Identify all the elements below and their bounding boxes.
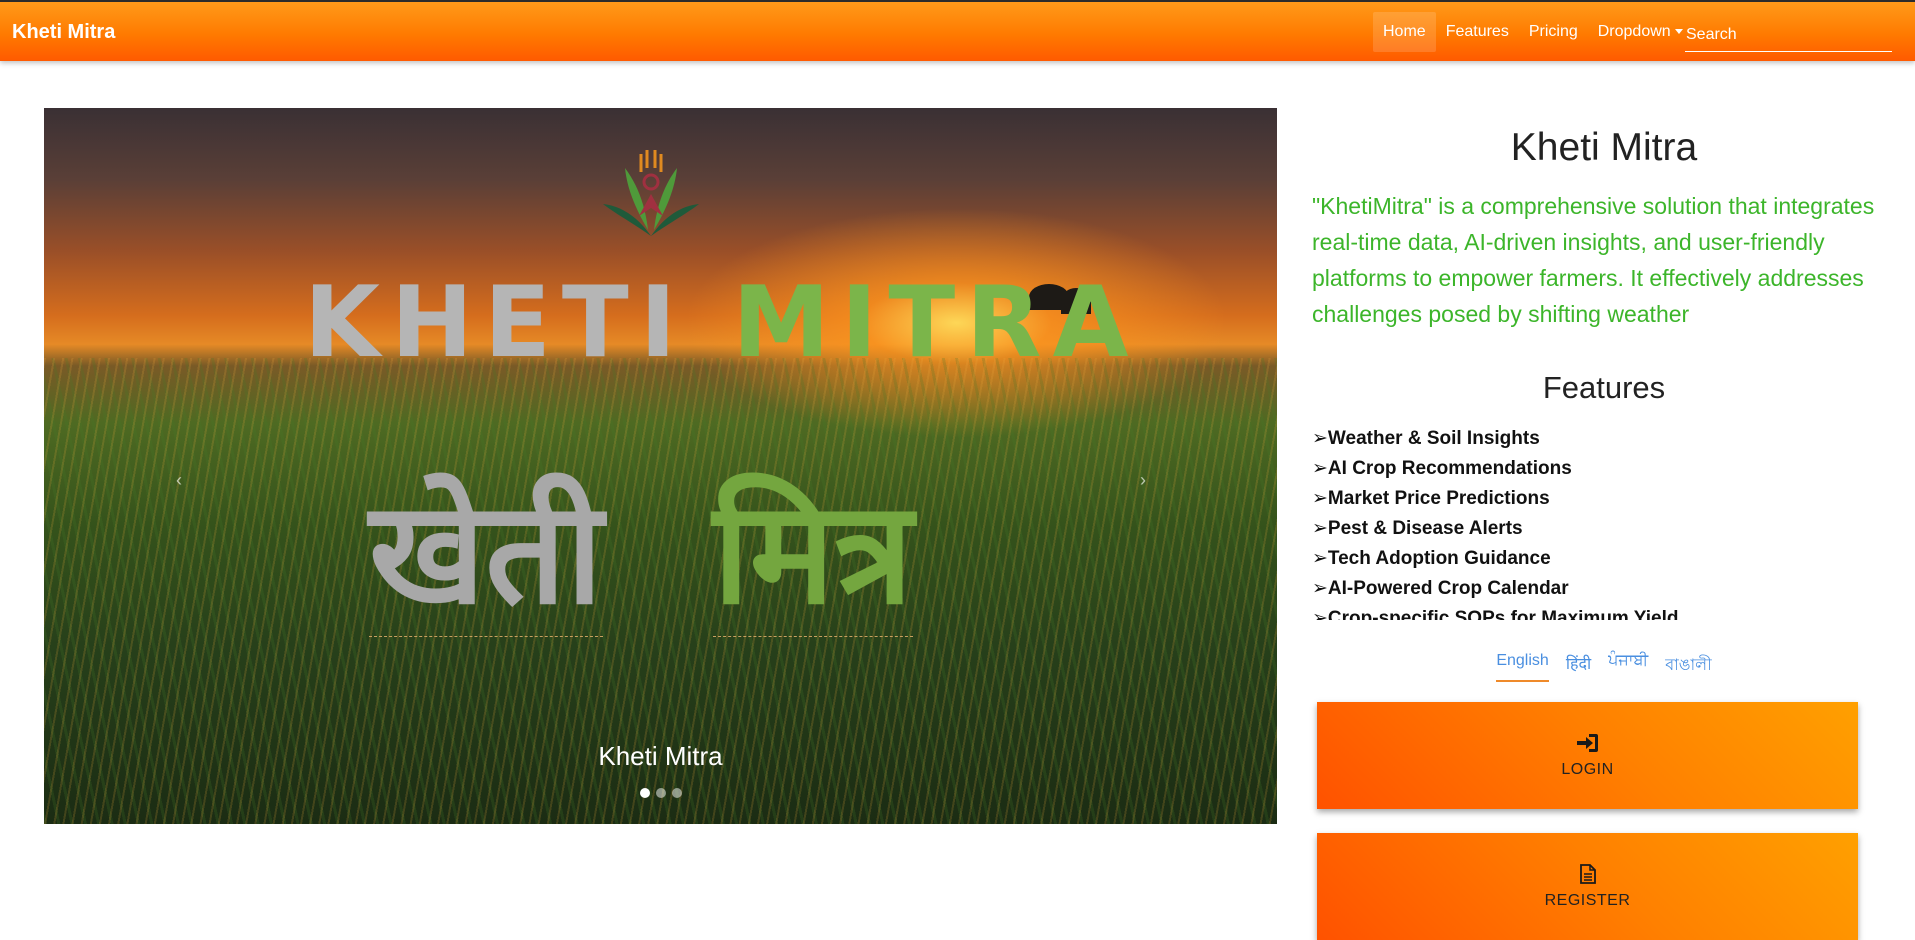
feature-item: ➢Weather & Soil Insights: [1312, 428, 1540, 449]
language-switcher: English हिंदी ਪੰਜਾਬੀ বাঙালী: [1312, 652, 1896, 682]
nav-links: Home Features Pricing Dropdown: [1373, 12, 1693, 52]
login-button-label: LOGIN: [1561, 760, 1614, 778]
nav-home[interactable]: Home: [1373, 12, 1436, 52]
hero-title-word-kheti: KHETI: [304, 266, 688, 380]
register-button[interactable]: REGISTER: [1317, 833, 1858, 940]
login-button[interactable]: LOGIN: [1317, 702, 1858, 809]
carousel-indicators: [44, 788, 1277, 798]
feature-item: ➢Market Price Predictions: [1312, 488, 1550, 509]
feature-item: ➢Tech Adoption Guidance: [1312, 548, 1551, 569]
nav-features[interactable]: Features: [1436, 12, 1519, 52]
chevron-right-icon: ›: [1140, 470, 1146, 490]
lang-hindi[interactable]: हिंदी: [1566, 652, 1591, 682]
hero-title-hindi: खेती मित्र: [369, 450, 969, 644]
lang-english[interactable]: English: [1496, 652, 1549, 682]
caret-down-icon: [1674, 29, 1683, 35]
hero-title-word-mitra: MITRA: [732, 266, 1140, 380]
page-title: Kheti Mitra: [1510, 126, 1698, 169]
app-description: "KhetiMitra" is a comprehensive solution…: [1312, 193, 1875, 327]
features-heading: Features: [1542, 370, 1666, 405]
nav-dropdown[interactable]: Dropdown: [1588, 12, 1693, 52]
document-icon: [1579, 863, 1596, 884]
carousel-next-button[interactable]: ›: [1123, 460, 1163, 500]
feature-item: ➢AI-Powered Crop Calendar: [1312, 578, 1569, 599]
lang-bengali[interactable]: বাঙালী: [1665, 652, 1711, 682]
carousel-indicator-3[interactable]: [671, 788, 682, 798]
carousel-indicator-2[interactable]: [655, 788, 666, 798]
hero-title-hindi-mitra: मित्र: [712, 471, 913, 637]
chevron-left-icon: ‹: [176, 470, 182, 490]
hero-title-english: KHETI MITRA: [304, 266, 1128, 380]
sign-in-icon: [1576, 733, 1598, 752]
register-button-label: REGISTER: [1544, 891, 1631, 909]
hero-title-hindi-kheti: खेती: [369, 471, 603, 637]
kheti-mitra-logo-icon: [603, 150, 699, 236]
top-navbar: Kheti Mitra Home Features Pricing Dropdo…: [0, 0, 1915, 61]
features-list[interactable]: ➢Weather & Soil Insights ➢AI Crop Recomm…: [1312, 424, 1896, 620]
lang-punjabi[interactable]: ਪੰਜਾਬੀ: [1608, 652, 1648, 682]
carousel-prev-button[interactable]: ‹: [159, 460, 199, 500]
brand-link[interactable]: Kheti Mitra: [12, 21, 115, 44]
feature-item: ➢Crop-specific SOPs for Maximum Yield: [1312, 608, 1679, 620]
hero-carousel: KHETI MITRA खेती मित्र ‹ › Kheti Mitra: [44, 108, 1277, 824]
carousel-caption: Kheti Mitra: [598, 741, 723, 771]
nav-dropdown-label: Dropdown: [1597, 23, 1671, 40]
feature-item: ➢AI Crop Recommendations: [1312, 458, 1572, 479]
carousel-indicator-1[interactable]: [639, 788, 650, 798]
nav-pricing[interactable]: Pricing: [1519, 12, 1588, 52]
search-input[interactable]: [1685, 18, 1892, 52]
feature-item: ➢Pest & Disease Alerts: [1312, 518, 1523, 539]
